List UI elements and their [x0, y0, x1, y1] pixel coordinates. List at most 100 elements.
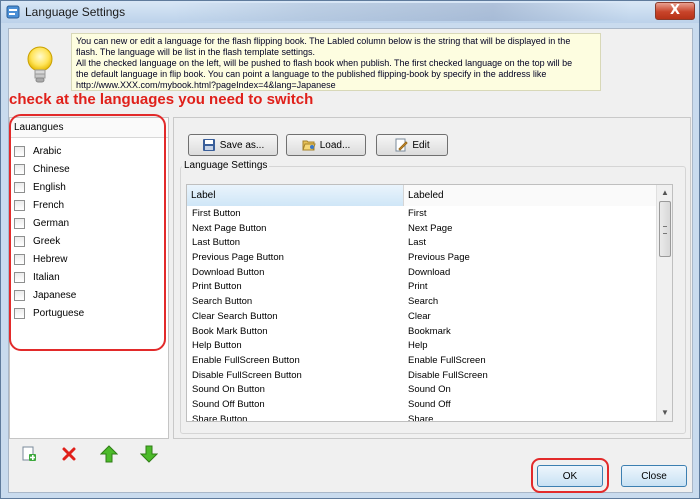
- language-label: Chinese: [33, 163, 70, 175]
- labeled-cell[interactable]: Clear: [404, 310, 657, 325]
- window-close-button[interactable]: X: [655, 2, 695, 20]
- delete-language-button[interactable]: [60, 445, 78, 463]
- table-row[interactable]: Help Button Help: [187, 339, 657, 354]
- save-icon: [202, 139, 215, 151]
- language-item-arabic[interactable]: Arabic: [10, 142, 168, 160]
- title-bar-decoration: [171, 3, 631, 21]
- edit-label: Edit: [412, 139, 430, 151]
- language-item-greek[interactable]: Greek: [10, 232, 168, 250]
- labeled-cell[interactable]: Bookmark: [404, 325, 657, 340]
- table-row[interactable]: Download Button Download: [187, 266, 657, 281]
- add-language-button[interactable]: [20, 445, 38, 463]
- scroll-down-arrow-icon[interactable]: ▼: [657, 405, 672, 421]
- label-cell: Previous Page Button: [192, 252, 284, 264]
- table-row[interactable]: Clear Search Button Clear: [187, 310, 657, 325]
- table-row[interactable]: Disable FullScreen Button Disable FullScr…: [187, 369, 657, 384]
- language-label: Greek: [33, 235, 61, 247]
- language-item-english[interactable]: English: [10, 178, 168, 196]
- table-row[interactable]: Print Button Print: [187, 280, 657, 295]
- scrollbar-thumb[interactable]: [659, 201, 671, 257]
- language-checkbox[interactable]: [14, 289, 25, 301]
- labeled-cell[interactable]: Previous Page: [404, 251, 657, 266]
- label-cell: Book Mark Button: [192, 325, 268, 337]
- labeled-cell[interactable]: Last: [404, 236, 657, 251]
- labeled-cell[interactable]: Print: [404, 280, 657, 295]
- language-item-japanese[interactable]: Japanese: [10, 286, 168, 304]
- labeled-cell[interactable]: Search: [404, 295, 657, 310]
- table-row[interactable]: Enable FullScreen Button Enable FullScree…: [187, 354, 657, 369]
- labeled-cell[interactable]: Next Page: [404, 222, 657, 237]
- labeled-cell[interactable]: Sound Off: [404, 398, 657, 413]
- language-label: French: [33, 199, 65, 211]
- table-row[interactable]: Sound On Button Sound On: [187, 383, 657, 398]
- labels-grid: Label Labeled First Button First Next Pag…: [186, 184, 673, 422]
- language-checkbox[interactable]: [14, 253, 25, 265]
- column-header-label[interactable]: Label: [187, 185, 404, 206]
- ok-button[interactable]: OK: [537, 465, 603, 487]
- grid-vertical-scrollbar[interactable]: ▲ ▼: [656, 185, 672, 421]
- language-item-italian[interactable]: Italian: [10, 268, 168, 286]
- label-cell: Disable FullScreen Button: [192, 369, 302, 381]
- table-row[interactable]: Book Mark Button Bookmark: [187, 325, 657, 340]
- table-row[interactable]: Search Button Search: [187, 295, 657, 310]
- window-title: Language Settings: [25, 5, 126, 19]
- move-down-button[interactable]: [140, 445, 158, 463]
- grip-icon: [663, 226, 667, 234]
- arrow-up-icon: [100, 445, 118, 463]
- dialog-client-area: You can new or edit a language for the f…: [8, 28, 693, 493]
- table-row[interactable]: First Button First: [187, 207, 657, 222]
- edit-button[interactable]: Edit: [376, 134, 448, 156]
- label-cell: Search Button: [192, 296, 253, 308]
- column-header-labeled[interactable]: Labeled: [404, 185, 657, 206]
- language-checkbox[interactable]: [14, 199, 25, 211]
- language-checkbox[interactable]: [14, 235, 25, 247]
- language-item-hebrew[interactable]: Hebrew: [10, 250, 168, 268]
- language-checkbox[interactable]: [14, 307, 25, 319]
- info-line: All the checked language on the left, wi…: [76, 58, 573, 68]
- language-label: English: [33, 181, 66, 193]
- language-checkbox[interactable]: [14, 163, 25, 175]
- labeled-cell[interactable]: First: [404, 207, 657, 222]
- folder-open-icon: [302, 140, 316, 151]
- language-label: Hebrew: [33, 253, 68, 265]
- language-item-portuguese[interactable]: Portuguese: [10, 304, 168, 322]
- language-list-toolbar: [9, 441, 169, 467]
- language-checkbox[interactable]: [14, 217, 25, 229]
- save-as-label: Save as...: [219, 139, 265, 151]
- language-checkbox[interactable]: [14, 145, 25, 157]
- table-row[interactable]: Previous Page Button Previous Page: [187, 251, 657, 266]
- labeled-cell[interactable]: Share: [404, 413, 657, 421]
- save-as-button[interactable]: Save as...: [188, 134, 278, 156]
- label-cell: Sound Off Button: [192, 398, 265, 410]
- language-item-chinese[interactable]: Chinese: [10, 160, 168, 178]
- info-line: You can new or edit a language for the f…: [76, 36, 571, 46]
- lightbulb-icon: [27, 46, 53, 83]
- scroll-up-arrow-icon[interactable]: ▲: [657, 185, 672, 201]
- labeled-cell[interactable]: Disable FullScreen: [404, 369, 657, 384]
- language-item-german[interactable]: German: [10, 214, 168, 232]
- language-checkbox[interactable]: [14, 271, 25, 283]
- language-label: Portuguese: [33, 307, 85, 319]
- labeled-cell[interactable]: Download: [404, 266, 657, 281]
- language-label: German: [33, 217, 70, 229]
- labeled-cell[interactable]: Sound On: [404, 383, 657, 398]
- table-row[interactable]: Sound Off Button Sound Off: [187, 398, 657, 413]
- table-row[interactable]: Share Button Share: [187, 413, 657, 421]
- language-label: Japanese: [33, 289, 77, 301]
- language-label: Arabic: [33, 145, 62, 157]
- info-line: flash. The language will be list in the …: [76, 47, 315, 57]
- table-row[interactable]: Next Page Button Next Page: [187, 222, 657, 237]
- table-row[interactable]: Last Button Last: [187, 236, 657, 251]
- labeled-cell[interactable]: Help: [404, 339, 657, 354]
- language-item-french[interactable]: French: [10, 196, 168, 214]
- language-checkbox[interactable]: [14, 181, 25, 193]
- info-line: http://www.XXX.com/mybook.html?pageIndex…: [76, 80, 336, 90]
- close-button[interactable]: Close: [621, 465, 687, 487]
- load-button[interactable]: Load...: [286, 134, 366, 156]
- info-description: You can new or edit a language for the f…: [71, 33, 601, 91]
- label-cell: Sound On Button: [192, 384, 265, 396]
- info-line: the default language in flip book. You c…: [76, 69, 547, 79]
- load-label: Load...: [319, 139, 351, 151]
- move-up-button[interactable]: [100, 445, 118, 463]
- labeled-cell[interactable]: Enable FullScreen: [404, 354, 657, 369]
